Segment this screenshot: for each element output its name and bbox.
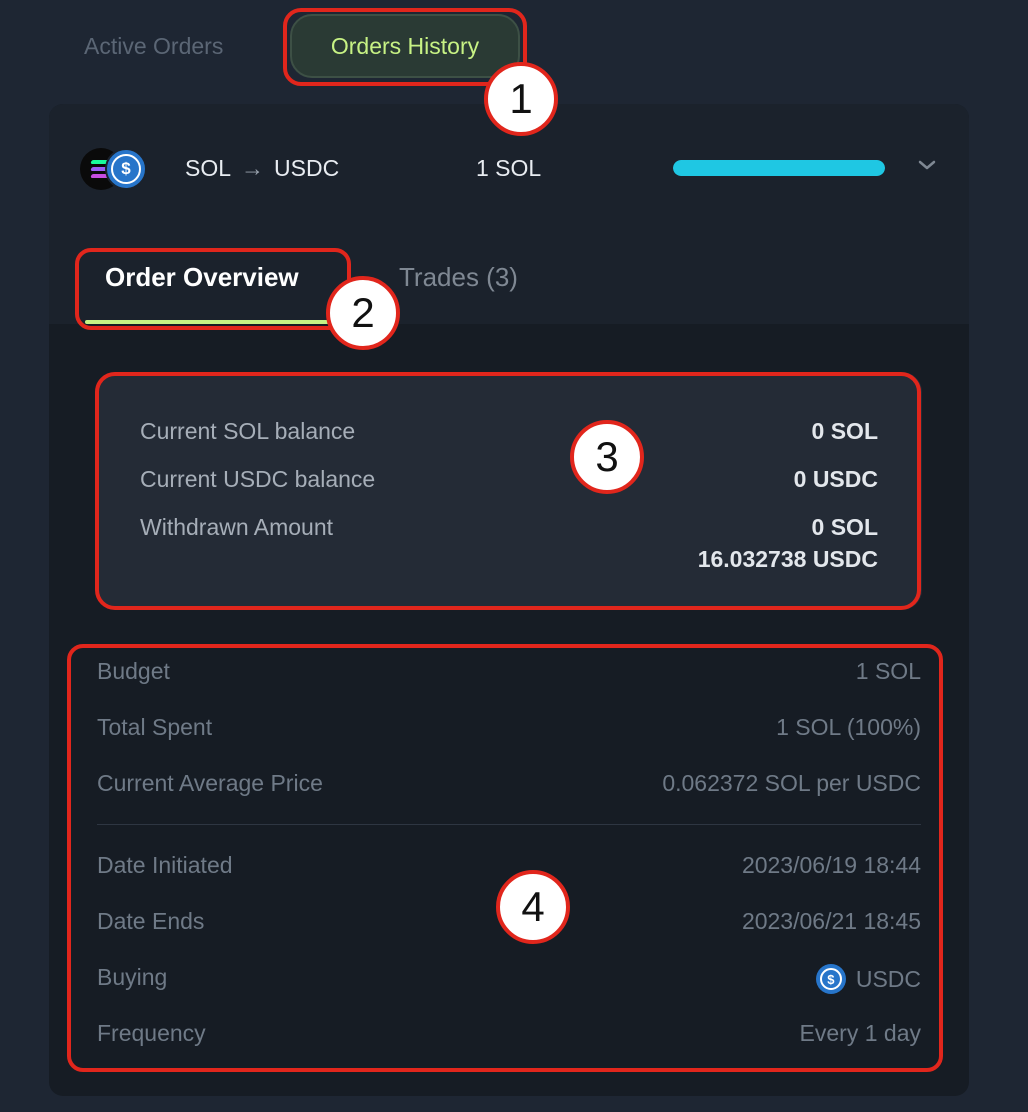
balances-panel: Current SOL balance 0 SOL Current USDC b… — [96, 372, 922, 610]
usdc-icon: $ — [105, 148, 147, 190]
order-progress-fill — [673, 160, 885, 176]
balance-label: Current USDC balance — [140, 466, 376, 492]
annotation-marker-4: 4 — [496, 870, 570, 944]
active-tab-underline — [85, 320, 329, 324]
from-token: SOL — [185, 155, 232, 181]
detail-value: Every 1 day — [799, 1020, 921, 1046]
detail-row: Total Spent 1 SOL (100%) — [97, 714, 921, 744]
detail-value: 2023/06/21 18:45 — [741, 908, 921, 934]
tab-trades[interactable]: Trades (3) — [399, 262, 518, 293]
detail-label: Date Initiated — [97, 852, 233, 878]
detail-label: Current Average Price — [97, 770, 323, 796]
balance-label: Withdrawn Amount — [140, 514, 334, 540]
detail-value: 0.062372 SOL per USDC — [662, 770, 921, 796]
annotation-marker-1: 1 — [484, 62, 558, 136]
detail-row: Current Average Price 0.062372 SOL per U… — [97, 770, 921, 800]
balance-value: 0 USDC — [793, 466, 878, 492]
detail-value: 1 SOL — [855, 658, 921, 684]
detail-value: USDC — [855, 965, 921, 992]
balance-label: Current SOL balance — [140, 418, 356, 444]
annotation-marker-2: 2 — [326, 276, 400, 350]
detail-label: Date Ends — [97, 908, 205, 934]
tab-orders-history[interactable]: Orders History — [290, 14, 520, 78]
detail-label: Frequency — [97, 1020, 206, 1046]
order-amount: 1 SOL — [476, 155, 542, 181]
to-token: USDC — [274, 155, 340, 181]
detail-label: Budget — [97, 658, 170, 684]
tab-active-orders[interactable]: Active Orders — [84, 33, 223, 60]
balance-value: 0 SOL — [811, 418, 878, 444]
token-pair-icons: $ — [80, 148, 147, 190]
annotation-marker-3: 3 — [570, 420, 644, 494]
order-progress-bar — [673, 160, 885, 176]
detail-label: Buying — [97, 964, 168, 990]
detail-label: Total Spent — [97, 714, 213, 740]
detail-row: Frequency Every 1 day — [97, 1020, 921, 1050]
detail-value: 2023/06/19 18:44 — [741, 852, 921, 878]
token-pair-label: SOL → USDC — [185, 155, 339, 182]
detail-row: Buying $ USDC — [97, 964, 921, 994]
detail-value: 1 SOL (100%) — [776, 714, 921, 740]
detail-row: Budget 1 SOL — [97, 658, 921, 688]
balance-value: 0 SOL — [811, 514, 878, 540]
tab-order-overview[interactable]: Order Overview — [105, 262, 299, 293]
usdc-icon: $ — [815, 964, 846, 994]
chevron-down-icon[interactable] — [917, 155, 937, 175]
arrow-right-icon: → — [241, 155, 265, 181]
balance-value-secondary: 16.032738 USDC — [697, 546, 878, 572]
order-card: $ SOL → USDC 1 SOL Order Overview Trades (… — [49, 104, 969, 1096]
order-header[interactable]: $ SOL → USDC 1 SOL Order Overview Trades (… — [49, 104, 969, 324]
detail-value-wrap: $ USDC — [815, 964, 921, 994]
divider — [97, 824, 921, 825]
